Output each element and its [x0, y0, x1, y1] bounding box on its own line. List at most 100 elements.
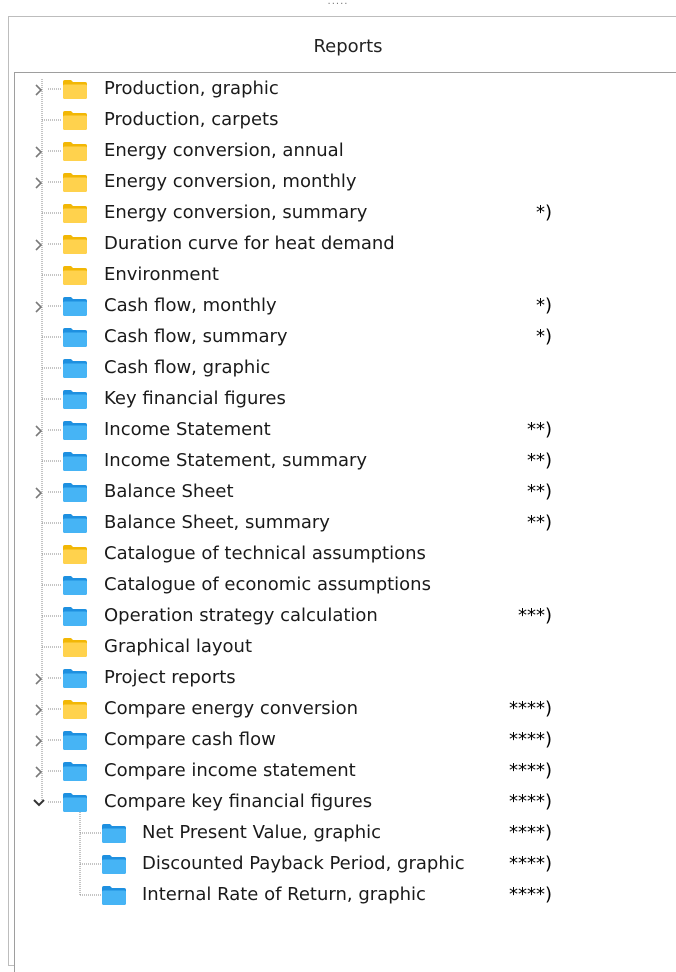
chevron-right-icon[interactable] [31, 175, 47, 191]
footnote-marker: ****) [508, 698, 552, 719]
tree-item-label: Operation strategy calculation [104, 605, 378, 626]
folder-icon [62, 636, 88, 658]
folder-icon [62, 233, 88, 255]
chevron-right-icon[interactable] [31, 764, 47, 780]
tree-item-label: Production, carpets [104, 109, 279, 130]
folder-icon [62, 667, 88, 689]
tree-item-label: Catalogue of economic assumptions [104, 574, 431, 595]
tree-item-label: Duration curve for heat demand [104, 233, 395, 254]
tree-item-cash-flow-graphic[interactable]: Cash flow, graphic [0, 354, 676, 384]
tree-item-balance-sheet-summary[interactable]: Balance Sheet, summary **) [0, 509, 676, 539]
tree-item-net-present-value-graphic[interactable]: Net Present Value, graphic ****) [0, 819, 676, 849]
tree-item-compare-cash-flow[interactable]: Compare cash flow ****) [0, 726, 676, 756]
folder-icon [62, 729, 88, 751]
footnote-marker: ***) [517, 605, 552, 626]
tree-item-catalogue-of-technical-assumptions[interactable]: Catalogue of technical assumptions [0, 540, 676, 570]
tree-item-label: Graphical layout [104, 636, 253, 657]
tree-item-energy-conversion-summary[interactable]: Energy conversion, summary *) [0, 199, 676, 229]
tree-item-income-statement-summary[interactable]: Income Statement, summary **) [0, 447, 676, 477]
folder-icon [62, 543, 88, 565]
tree-item-label: Key financial figures [104, 388, 286, 409]
tree-item-label: Environment [104, 264, 219, 285]
tree-item-label: Compare cash flow [104, 729, 276, 750]
folder-icon [62, 760, 88, 782]
tree-item-energy-conversion-monthly[interactable]: Energy conversion, monthly [0, 168, 676, 198]
chevron-right-icon[interactable] [31, 671, 47, 687]
tree-item-production-graphic[interactable]: Production, graphic [0, 75, 676, 105]
footnote-marker: *) [535, 295, 552, 316]
chevron-right-icon[interactable] [31, 144, 47, 160]
tree-item-internal-rate-of-return-graphic[interactable]: Internal Rate of Return, graphic ****) [0, 881, 676, 911]
tree-item-label: Project reports [104, 667, 236, 688]
footnote-marker: **) [526, 450, 552, 471]
tree-item-label: Catalogue of technical assumptions [104, 543, 426, 564]
tree-item-environment[interactable]: Environment [0, 261, 676, 291]
footnote-marker: ****) [508, 822, 552, 843]
panel-resize-handle[interactable]: ····· [320, 0, 356, 10]
tree-item-label: Cash flow, monthly [104, 295, 277, 316]
tree-item-production-carpets[interactable]: Production, carpets [0, 106, 676, 136]
footnote-marker: ****) [508, 729, 552, 750]
chevron-right-icon[interactable] [31, 485, 47, 501]
chevron-right-icon[interactable] [31, 423, 47, 439]
folder-icon [62, 295, 88, 317]
tree-item-label: Cash flow, graphic [104, 357, 271, 378]
panel-title: Reports [313, 36, 383, 57]
folder-icon [62, 450, 88, 472]
folder-icon [101, 853, 127, 875]
tree-item-project-reports[interactable]: Project reports [0, 664, 676, 694]
tree-item-label: Compare key financial figures [104, 791, 373, 812]
folder-icon [62, 140, 88, 162]
footnote-marker: **) [526, 419, 552, 440]
folder-icon [62, 388, 88, 410]
tree-item-label: Income Statement, summary [104, 450, 368, 471]
tree-item-label: Income Statement [104, 419, 271, 440]
folder-icon [62, 574, 88, 596]
folder-icon [62, 171, 88, 193]
tree-item-cash-flow-summary[interactable]: Cash flow, summary *) [0, 323, 676, 353]
tree-item-compare-income-statement[interactable]: Compare income statement ****) [0, 757, 676, 787]
chevron-right-icon[interactable] [31, 237, 47, 253]
tree-item-label: Energy conversion, monthly [104, 171, 357, 192]
tree-item-duration-curve-for-heat-demand[interactable]: Duration curve for heat demand [0, 230, 676, 260]
folder-icon [62, 512, 88, 534]
tree-item-graphical-layout[interactable]: Graphical layout [0, 633, 676, 663]
folder-icon [62, 264, 88, 286]
chevron-right-icon[interactable] [31, 82, 47, 98]
chevron-right-icon[interactable] [31, 702, 47, 718]
tree-item-label: Production, graphic [104, 78, 279, 99]
tree-item-label: Cash flow, summary [104, 326, 288, 347]
tree-item-label: Balance Sheet, summary [104, 512, 330, 533]
footnote-marker: ****) [508, 791, 552, 812]
chevron-down-icon[interactable] [31, 795, 47, 811]
folder-icon [62, 605, 88, 627]
chevron-right-icon[interactable] [31, 733, 47, 749]
folder-icon [101, 884, 127, 906]
tree-item-label: Net Present Value, graphic [142, 822, 382, 843]
tree-item-compare-energy-conversion[interactable]: Compare energy conversion ****) [0, 695, 676, 725]
tree-item-balance-sheet[interactable]: Balance Sheet **) [0, 478, 676, 508]
chevron-right-icon[interactable] [31, 299, 47, 315]
tree-item-catalogue-of-economic-assumptions[interactable]: Catalogue of economic assumptions [0, 571, 676, 601]
folder-icon [101, 822, 127, 844]
folder-icon [62, 78, 88, 100]
footnote-marker: ****) [508, 884, 552, 905]
folder-icon [62, 202, 88, 224]
footnote-marker: *) [535, 326, 552, 347]
tree-item-operation-strategy-calculation[interactable]: Operation strategy calculation ***) [0, 602, 676, 632]
tree-item-discounted-payback-period-graphic[interactable]: Discounted Payback Period, graphic ****) [0, 850, 676, 880]
tree-item-label: Balance Sheet [104, 481, 234, 502]
tree-item-label: Energy conversion, summary [104, 202, 368, 223]
folder-icon [62, 698, 88, 720]
footnote-marker: ****) [508, 853, 552, 874]
folder-icon [62, 419, 88, 441]
tree-item-label: Compare income statement [104, 760, 356, 781]
tree-item-cash-flow-monthly[interactable]: Cash flow, monthly *) [0, 292, 676, 322]
folder-icon [62, 481, 88, 503]
footnote-marker: *) [535, 202, 552, 223]
tree-item-key-financial-figures[interactable]: Key financial figures [0, 385, 676, 415]
tree-item-compare-key-financial-figures[interactable]: Compare key financial figures ****) [0, 788, 676, 818]
tree-item-energy-conversion-annual[interactable]: Energy conversion, annual [0, 137, 676, 167]
tree-item-income-statement[interactable]: Income Statement **) [0, 416, 676, 446]
folder-icon [62, 791, 88, 813]
